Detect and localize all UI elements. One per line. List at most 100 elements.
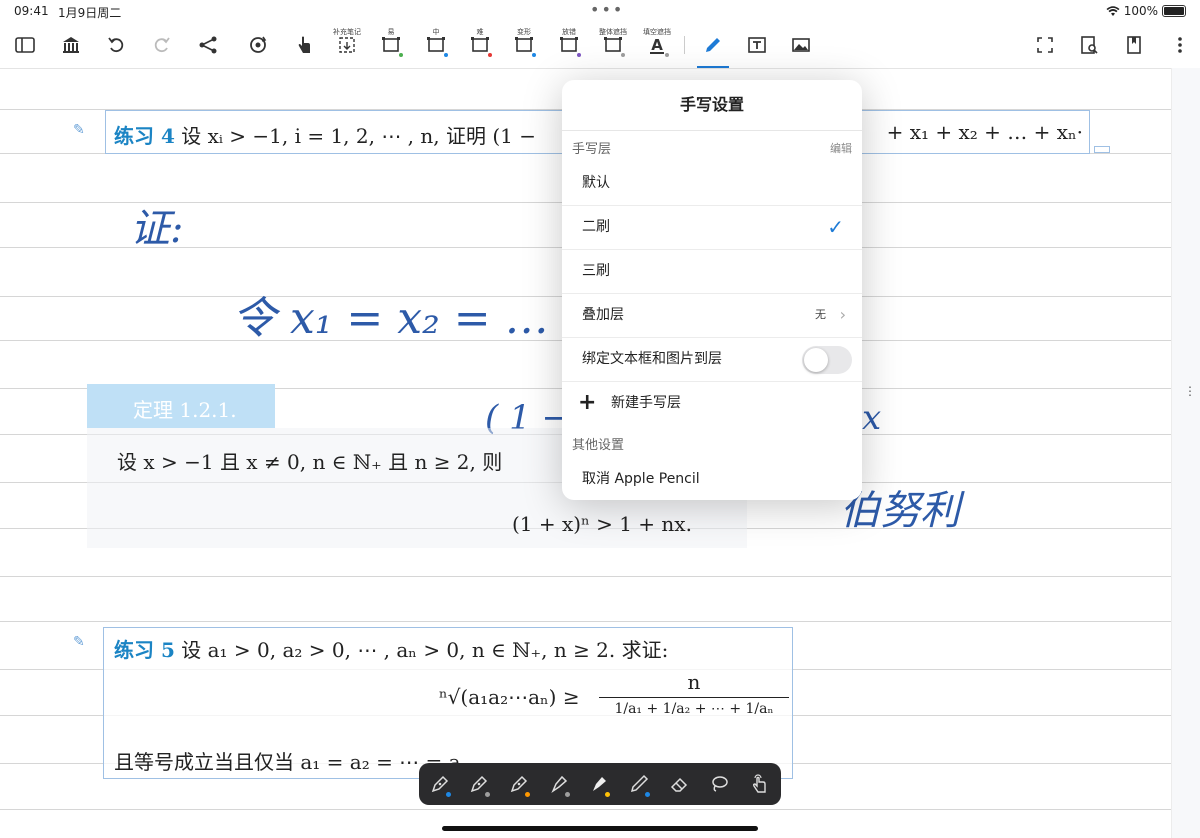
pen-3-color <box>525 792 530 797</box>
home-indicator[interactable] <box>442 826 758 831</box>
exercise-5-label: 练习 5 <box>114 638 175 662</box>
exercise-4-label: 练习 4 <box>114 124 175 148</box>
edit-layers-button[interactable]: 编辑 <box>830 140 852 156</box>
overlay-row[interactable]: 叠加层 无 › <box>562 293 862 338</box>
layer-second-row[interactable]: 二刷 ✓ <box>562 205 862 250</box>
touch-hand-icon[interactable] <box>744 769 774 799</box>
toolbar: 补充笔记 易 中 难 变形 放错 整体遮挡 填空遮挡 A <box>0 22 1200 69</box>
layer-second-label: 二刷 <box>582 219 610 235</box>
pointer-hand-icon[interactable] <box>289 30 319 60</box>
layer-third-row[interactable]: 三刷 <box>562 249 862 294</box>
multitask-dots[interactable]: ••• <box>590 0 624 19</box>
bind-layer-row: 绑定文本框和图片到层 <box>562 337 862 382</box>
exercise-5-box[interactable]: 练习 5 设 a₁ > 0, a₂ > 0, ⋯ , aₙ > 0, n ∈ ℕ… <box>103 627 793 779</box>
more-options-icon[interactable] <box>1165 30 1195 60</box>
status-date: 1月9日周二 <box>58 6 122 20</box>
pencil-icon <box>706 38 720 52</box>
image-button[interactable] <box>786 30 816 60</box>
fraction-bar <box>599 697 789 698</box>
box-resize-handle[interactable] <box>1094 146 1110 153</box>
variant-color-dot <box>532 53 536 57</box>
redo-icon[interactable] <box>146 30 176 60</box>
pen-tool-button[interactable] <box>698 30 728 60</box>
exercise-4-text: 设 xᵢ > −1, i = 1, 2, ⋯ , n, 证明 (1 − <box>181 124 536 148</box>
library-icon[interactable] <box>56 30 86 60</box>
highlighter-1-icon[interactable] <box>544 769 574 799</box>
hard-color-dot <box>488 53 492 57</box>
status-bar: 09:41 1月9日周二 ••• 100% <box>0 0 1200 22</box>
text-box-icon <box>748 37 766 53</box>
overlay-value: 无 <box>815 308 826 321</box>
fill-mask-button[interactable]: 填空遮挡 A <box>642 28 672 60</box>
highlighter-2-color <box>605 792 610 797</box>
review-cycle-icon[interactable] <box>243 30 273 60</box>
mark-hard-button[interactable]: 难 <box>465 28 495 60</box>
popover-title: 手写设置 <box>562 80 862 131</box>
plus-icon: + <box>578 390 597 415</box>
status-time: 09:41 <box>14 4 49 18</box>
mark-mistake-button[interactable]: 放错 <box>554 28 584 60</box>
bookmark-icon[interactable] <box>1119 30 1149 60</box>
whole-mask-button[interactable]: 整体遮挡 <box>598 28 628 60</box>
theorem-label: 定理 1.2.1. <box>133 398 237 422</box>
handwriting-settings-popover: 手写设置 手写层 编辑 默认 二刷 ✓ 三刷 叠加层 无 › 绑定文本框和图片到层 +… <box>562 80 862 500</box>
edit-pencil-icon[interactable]: ✎ <box>73 634 85 650</box>
exercise-5-tail: 且等号成立当且仅当 a₁ = a₂ = ⋯ = aₙ <box>114 750 470 774</box>
ruled-line <box>0 809 1172 810</box>
pen-tray <box>419 763 781 805</box>
search-document-icon[interactable] <box>1074 30 1104 60</box>
bind-layer-toggle[interactable] <box>802 346 852 374</box>
ruled-line <box>0 576 1172 577</box>
lasso-icon[interactable] <box>704 769 734 799</box>
highlighter-2-icon[interactable] <box>584 769 614 799</box>
edit-pencil-icon[interactable]: ✎ <box>73 122 85 138</box>
handwriting-let: 令 x₁ = x₂ = … · <box>232 293 577 344</box>
whole-mask-dot <box>621 53 625 57</box>
image-icon <box>792 38 810 52</box>
text-box-button[interactable] <box>742 30 772 60</box>
eraser-icon[interactable] <box>664 769 694 799</box>
fountain-pen-3-icon[interactable] <box>504 769 534 799</box>
svg-text:A: A <box>651 36 663 54</box>
mark-variant-button[interactable]: 变形 <box>509 28 539 60</box>
layer-default-label: 默认 <box>582 175 610 191</box>
share-icon[interactable] <box>193 30 223 60</box>
undo-icon[interactable] <box>102 30 132 60</box>
supplement-note-button[interactable]: 补充笔记 <box>332 28 362 60</box>
pen-2-color <box>485 792 490 797</box>
scroll-track[interactable]: ⋮ <box>1171 68 1200 838</box>
sidebar-icon[interactable] <box>10 30 40 60</box>
bind-layer-label: 绑定文本框和图片到层 <box>582 351 722 367</box>
wifi-icon <box>1106 5 1120 16</box>
pencil-tool-icon[interactable] <box>624 769 654 799</box>
scroll-handle[interactable]: ⋮ <box>1184 384 1196 398</box>
exercise-5-text: 设 a₁ > 0, a₂ > 0, ⋯ , aₙ > 0, n ∈ ℕ₊, n … <box>181 638 669 662</box>
chevron-right-icon: › <box>839 305 846 324</box>
new-layer-label: 新建手写层 <box>611 395 681 411</box>
overlay-label: 叠加层 <box>582 307 624 323</box>
mark-medium-button[interactable]: 中 <box>421 28 451 60</box>
mistake-color-dot <box>577 53 581 57</box>
exercise-4-right-text: + x₁ + x₂ + … + xₙ· <box>886 120 1083 144</box>
layer-third-label: 三刷 <box>582 263 610 279</box>
theorem-tag: 定理 1.2.1. <box>87 384 275 428</box>
mark-easy-button[interactable]: 易 <box>376 28 406 60</box>
fullscreen-icon[interactable] <box>1030 30 1060 60</box>
exercise-5-denominator: 1/a₁ + 1/a₂ + ⋯ + 1/aₙ <box>614 701 774 717</box>
section-other: 其他设置 <box>572 438 625 453</box>
cancel-pencil-row[interactable]: 取消 Apple Pencil <box>562 457 862 500</box>
fill-mask-label: 填空遮挡 <box>643 28 671 36</box>
highlighter-1-color <box>565 792 570 797</box>
handwriting-zheng: 证: <box>130 206 184 252</box>
status-battery: 100% <box>1106 4 1186 18</box>
battery-percent: 100% <box>1123 4 1158 18</box>
fountain-pen-1-icon[interactable] <box>425 769 455 799</box>
pen-1-color <box>446 792 451 797</box>
layer-default-row[interactable]: 默认 <box>562 161 862 206</box>
new-layer-row[interactable]: + 新建手写层 <box>562 381 862 425</box>
easy-color-dot <box>399 53 403 57</box>
theorem-formula: (1 + x)ⁿ > 1 + nx. <box>512 512 692 536</box>
exercise-5-numerator: n <box>687 670 701 694</box>
section-layers: 手写层 <box>572 142 612 157</box>
fountain-pen-2-icon[interactable] <box>464 769 494 799</box>
